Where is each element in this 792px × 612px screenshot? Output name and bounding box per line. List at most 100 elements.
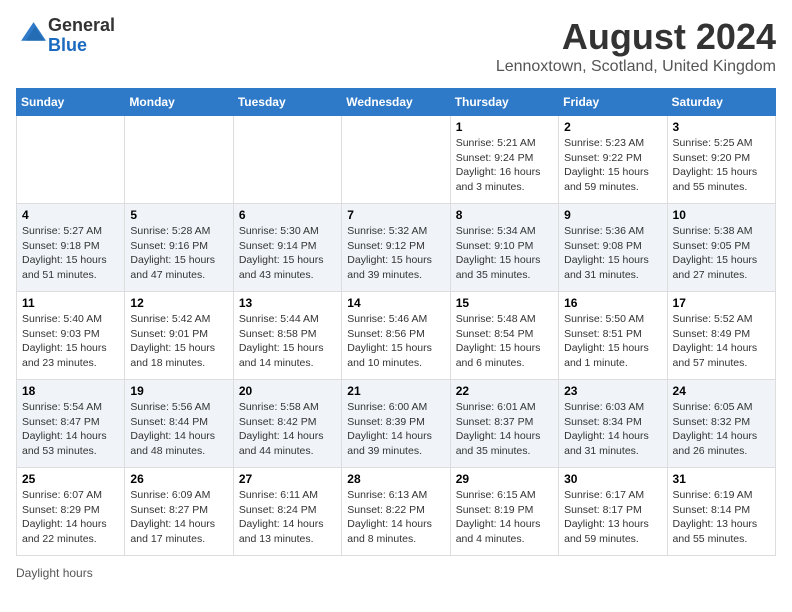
calendar-cell xyxy=(17,116,125,204)
calendar-cell: 24 Sunrise: 6:05 AM Sunset: 8:32 PM Dayli… xyxy=(667,380,775,468)
day-info: Sunrise: 5:25 AM Sunset: 9:20 PM Dayligh… xyxy=(673,136,770,195)
day-number: 1 xyxy=(456,120,553,134)
day-number: 30 xyxy=(564,472,661,486)
day-number: 2 xyxy=(564,120,661,134)
day-info: Sunrise: 6:07 AM Sunset: 8:29 PM Dayligh… xyxy=(22,488,119,547)
day-number: 3 xyxy=(673,120,770,134)
calendar-day-header: Thursday xyxy=(450,89,558,116)
day-info: Sunrise: 6:00 AM Sunset: 8:39 PM Dayligh… xyxy=(347,400,444,459)
day-number: 24 xyxy=(673,384,770,398)
calendar-cell: 10Sunrise: 5:38 AM Sunset: 9:05 PM Dayli… xyxy=(667,204,775,292)
day-info: Sunrise: 5:28 AM Sunset: 9:16 PM Dayligh… xyxy=(130,224,227,283)
logo-general-text: General xyxy=(48,15,115,35)
day-number: 11 xyxy=(22,296,119,310)
day-info: Sunrise: 5:21 AM Sunset: 9:24 PM Dayligh… xyxy=(456,136,553,195)
calendar-cell: 9 Sunrise: 5:36 AM Sunset: 9:08 PM Daylig… xyxy=(559,204,667,292)
day-number: 25 xyxy=(22,472,119,486)
title-block: August 2024 Lennoxtown, Scotland, United… xyxy=(496,16,776,76)
calendar-cell: 27 Sunrise: 6:11 AM Sunset: 8:24 PM Dayli… xyxy=(233,468,341,556)
day-info: Sunrise: 6:11 AM Sunset: 8:24 PM Dayligh… xyxy=(239,488,336,547)
day-info: Sunrise: 6:09 AM Sunset: 8:27 PM Dayligh… xyxy=(130,488,227,547)
day-number: 17 xyxy=(673,296,770,310)
day-info: Sunrise: 5:40 AM Sunset: 9:03 PM Dayligh… xyxy=(22,312,119,371)
day-info: Sunrise: 6:03 AM Sunset: 8:34 PM Dayligh… xyxy=(564,400,661,459)
day-info: Sunrise: 5:56 AM Sunset: 8:44 PM Dayligh… xyxy=(130,400,227,459)
calendar-cell: 8Sunrise: 5:34 AM Sunset: 9:10 PM Daylig… xyxy=(450,204,558,292)
calendar-cell: 13 Sunrise: 5:44 AM Sunset: 8:58 PM Dayli… xyxy=(233,292,341,380)
day-info: Sunrise: 6:19 AM Sunset: 8:14 PM Dayligh… xyxy=(673,488,770,547)
day-number: 14 xyxy=(347,296,444,310)
calendar-cell: 2Sunrise: 5:23 AM Sunset: 9:22 PM Daylig… xyxy=(559,116,667,204)
calendar-cell: 16 Sunrise: 5:50 AM Sunset: 8:51 PM Dayli… xyxy=(559,292,667,380)
day-number: 22 xyxy=(456,384,553,398)
calendar-day-header: Sunday xyxy=(17,89,125,116)
calendar-week-row: 4 Sunrise: 5:27 AM Sunset: 9:18 PM Daylig… xyxy=(17,204,776,292)
day-info: Sunrise: 5:38 AM Sunset: 9:05 PM Dayligh… xyxy=(673,224,770,283)
calendar-day-header: Saturday xyxy=(667,89,775,116)
legend: Daylight hours xyxy=(16,566,776,580)
calendar-cell: 30Sunrise: 6:17 AM Sunset: 8:17 PM Dayli… xyxy=(559,468,667,556)
day-number: 31 xyxy=(673,472,770,486)
day-info: Sunrise: 6:05 AM Sunset: 8:32 PM Dayligh… xyxy=(673,400,770,459)
calendar-cell: 11 Sunrise: 5:40 AM Sunset: 9:03 PM Dayli… xyxy=(17,292,125,380)
day-number: 29 xyxy=(456,472,553,486)
day-number: 6 xyxy=(239,208,336,222)
calendar-week-row: 25 Sunrise: 6:07 AM Sunset: 8:29 PM Dayli… xyxy=(17,468,776,556)
subtitle: Lennoxtown, Scotland, United Kingdom xyxy=(496,58,776,76)
calendar-cell: 15 Sunrise: 5:48 AM Sunset: 8:54 PM Dayli… xyxy=(450,292,558,380)
day-number: 9 xyxy=(564,208,661,222)
main-title: August 2024 xyxy=(496,16,776,58)
day-number: 7 xyxy=(347,208,444,222)
day-info: Sunrise: 5:50 AM Sunset: 8:51 PM Dayligh… xyxy=(564,312,661,371)
day-info: Sunrise: 5:52 AM Sunset: 8:49 PM Dayligh… xyxy=(673,312,770,371)
day-number: 15 xyxy=(456,296,553,310)
calendar-cell: 7 Sunrise: 5:32 AM Sunset: 9:12 PM Daylig… xyxy=(342,204,450,292)
page-header: General Blue August 2024 Lennoxtown, Sco… xyxy=(16,16,776,76)
calendar-cell: 26 Sunrise: 6:09 AM Sunset: 8:27 PM Dayli… xyxy=(125,468,233,556)
calendar-cell: 18 Sunrise: 5:54 AM Sunset: 8:47 PM Dayli… xyxy=(17,380,125,468)
calendar-cell: 12 Sunrise: 5:42 AM Sunset: 9:01 PM Dayli… xyxy=(125,292,233,380)
calendar-week-row: 18 Sunrise: 5:54 AM Sunset: 8:47 PM Dayli… xyxy=(17,380,776,468)
logo-icon xyxy=(18,19,46,47)
day-number: 4 xyxy=(22,208,119,222)
day-number: 27 xyxy=(239,472,336,486)
day-number: 5 xyxy=(130,208,227,222)
calendar-table: SundayMondayTuesdayWednesdayThursdayFrid… xyxy=(16,88,776,556)
day-info: Sunrise: 6:01 AM Sunset: 8:37 PM Dayligh… xyxy=(456,400,553,459)
calendar-cell: 4 Sunrise: 5:27 AM Sunset: 9:18 PM Daylig… xyxy=(17,204,125,292)
day-info: Sunrise: 5:32 AM Sunset: 9:12 PM Dayligh… xyxy=(347,224,444,283)
calendar-cell: 6 Sunrise: 5:30 AM Sunset: 9:14 PM Daylig… xyxy=(233,204,341,292)
day-info: Sunrise: 5:48 AM Sunset: 8:54 PM Dayligh… xyxy=(456,312,553,371)
day-number: 19 xyxy=(130,384,227,398)
day-info: Sunrise: 6:13 AM Sunset: 8:22 PM Dayligh… xyxy=(347,488,444,547)
day-number: 23 xyxy=(564,384,661,398)
day-info: Sunrise: 5:36 AM Sunset: 9:08 PM Dayligh… xyxy=(564,224,661,283)
calendar-cell: 21Sunrise: 6:00 AM Sunset: 8:39 PM Dayli… xyxy=(342,380,450,468)
day-info: Sunrise: 5:30 AM Sunset: 9:14 PM Dayligh… xyxy=(239,224,336,283)
calendar-cell: 17 Sunrise: 5:52 AM Sunset: 8:49 PM Dayli… xyxy=(667,292,775,380)
calendar-cell: 14 Sunrise: 5:46 AM Sunset: 8:56 PM Dayli… xyxy=(342,292,450,380)
logo-blue-text: Blue xyxy=(48,35,87,55)
day-number: 18 xyxy=(22,384,119,398)
day-number: 20 xyxy=(239,384,336,398)
day-number: 13 xyxy=(239,296,336,310)
day-info: Sunrise: 5:27 AM Sunset: 9:18 PM Dayligh… xyxy=(22,224,119,283)
calendar-cell: 1 Sunrise: 5:21 AM Sunset: 9:24 PM Daylig… xyxy=(450,116,558,204)
calendar-cell: 29Sunrise: 6:15 AM Sunset: 8:19 PM Dayli… xyxy=(450,468,558,556)
calendar-cell: 20 Sunrise: 5:58 AM Sunset: 8:42 PM Dayli… xyxy=(233,380,341,468)
day-info: Sunrise: 5:54 AM Sunset: 8:47 PM Dayligh… xyxy=(22,400,119,459)
day-info: Sunrise: 5:46 AM Sunset: 8:56 PM Dayligh… xyxy=(347,312,444,371)
day-info: Sunrise: 5:44 AM Sunset: 8:58 PM Dayligh… xyxy=(239,312,336,371)
calendar-cell xyxy=(342,116,450,204)
day-info: Sunrise: 5:42 AM Sunset: 9:01 PM Dayligh… xyxy=(130,312,227,371)
calendar-day-header: Monday xyxy=(125,89,233,116)
day-number: 26 xyxy=(130,472,227,486)
day-number: 16 xyxy=(564,296,661,310)
calendar-day-header: Wednesday xyxy=(342,89,450,116)
day-number: 12 xyxy=(130,296,227,310)
calendar-cell: 5 Sunrise: 5:28 AM Sunset: 9:16 PM Daylig… xyxy=(125,204,233,292)
calendar-cell: 22 Sunrise: 6:01 AM Sunset: 8:37 PM Dayli… xyxy=(450,380,558,468)
calendar-cell: 31 Sunrise: 6:19 AM Sunset: 8:14 PM Dayli… xyxy=(667,468,775,556)
day-info: Sunrise: 5:58 AM Sunset: 8:42 PM Dayligh… xyxy=(239,400,336,459)
calendar-week-row: 11 Sunrise: 5:40 AM Sunset: 9:03 PM Dayli… xyxy=(17,292,776,380)
